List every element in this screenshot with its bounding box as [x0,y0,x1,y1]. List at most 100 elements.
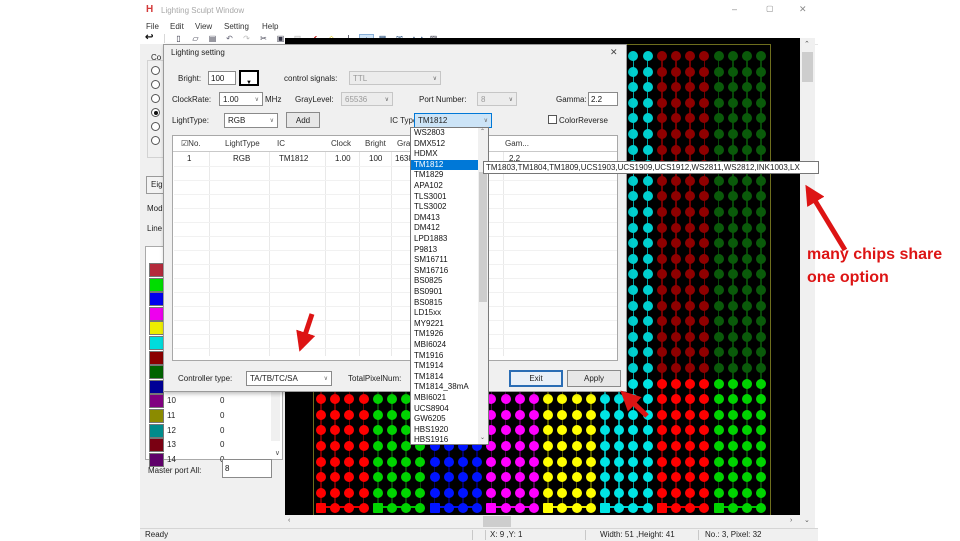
radio-option-1[interactable] [151,66,160,75]
color-swatch[interactable] [149,306,164,321]
lighttype-select[interactable]: RGB ∨ [224,113,278,128]
redo-icon[interactable]: ↷ [240,34,253,44]
canvas-hscrollbar[interactable]: ‹ › [285,515,800,528]
radio-option-5[interactable] [151,122,160,131]
color-swatch[interactable] [149,350,164,365]
dropdown-item-ws2803[interactable]: WS2803 [411,128,480,139]
dropdown-item-sm16716[interactable]: SM16716 [411,266,480,277]
close-button[interactable]: ✕ [799,4,807,15]
dialog-close-icon[interactable]: ✕ [610,47,618,58]
menu-item-file[interactable]: File [146,22,159,32]
scroll-down-icon[interactable]: ⌄ [480,434,485,441]
ictype-dropdown-list[interactable]: WS2803 DMX512 HDMX TM1812 TM1829 APA102 TLS300… [410,127,489,445]
dropdown-item-ucs8904[interactable]: UCS8904 [411,404,480,415]
menu-item-help[interactable]: Help [262,22,278,32]
dropdown-item-bs0815[interactable]: BS0815 [411,298,480,309]
minimize-button[interactable]: – [732,4,737,14]
dropdown-item-tm1812[interactable]: TM1812 [411,159,480,171]
menu-item-setting[interactable]: Setting [224,22,249,32]
menu-item-edit[interactable]: Edit [170,22,184,32]
table-gridline [359,152,360,356]
maximize-button[interactable]: ▢ [766,4,774,13]
dropdown-item-sm16711[interactable]: SM16711 [411,255,480,266]
dropdown-item-ld15xx[interactable]: LD15xx [411,308,480,319]
led-dot [358,456,369,467]
dropdown-scrollbar[interactable]: ⌃ ⌄ [478,128,488,444]
radio-option-2[interactable] [151,80,160,89]
apply-button[interactable]: Apply [567,370,621,387]
back-icon[interactable]: ↩ [145,32,153,43]
color-swatch[interactable] [149,452,164,467]
dropdown-item-tm1829[interactable]: TM1829 [411,170,480,181]
gamma-input[interactable]: 2.2 [588,92,618,106]
scroll-right-icon[interactable]: › [790,517,792,524]
menu-item-view[interactable]: View [195,22,212,32]
dropdown-scroll-thumb[interactable] [479,172,487,302]
color-swatch[interactable] [149,277,164,292]
cut-icon[interactable]: ✂ [257,34,270,44]
dropdown-item-tls3002[interactable]: TLS3002 [411,202,480,213]
color-swatch[interactable] [149,409,164,423]
color-swatch[interactable] [149,321,164,336]
controller-type-select[interactable]: TA/TB/TC/SA ∨ [246,371,332,386]
dropdown-item-bs0825[interactable]: BS0825 [411,276,480,287]
radio-option-4[interactable] [151,108,160,117]
colorreverse-checkbox[interactable] [548,115,557,124]
scroll-left-icon[interactable]: ‹ [288,517,290,524]
led-dot [713,347,724,358]
ictype-select[interactable]: TM1812 ∨ [414,113,492,128]
color-swatch[interactable] [149,423,164,438]
dropdown-item-tm1926[interactable]: TM1926 [411,329,480,340]
add-button[interactable]: Add [286,112,320,128]
dropdown-item-bs0901[interactable]: BS0901 [411,287,480,298]
bright-spinner-button[interactable]: ▼ [239,70,259,86]
scroll-up-icon[interactable]: ⌃ [804,40,810,48]
dropdown-item-tm1814[interactable]: TM1814 [411,372,480,383]
dropdown-item-hdmx[interactable]: HDMX [411,149,480,160]
led-dot [543,456,554,467]
row-number: 13 [167,440,176,450]
dropdown-item-my9221[interactable]: MY9221 [411,319,480,330]
dropdown-item-dm412[interactable]: DM412 [411,223,480,234]
undo-icon[interactable]: ↶ [223,34,236,44]
new-icon[interactable]: ▯ [172,34,185,44]
radio-option-3[interactable] [151,94,160,103]
clockrate-select[interactable]: 1.00 ∨ [219,92,263,106]
color-swatch[interactable] [149,394,164,409]
vscroll-thumb[interactable] [802,52,813,82]
color-swatch[interactable] [149,263,164,277]
dropdown-item-lpd1883[interactable]: LPD1883 [411,234,480,245]
color-swatch[interactable] [149,336,164,350]
dropdown-item-mbi6024[interactable]: MBI6024 [411,340,480,351]
radio-option-6[interactable] [151,136,160,145]
save-icon[interactable]: ▤ [206,34,219,44]
dropdown-item-tm1814_38ma[interactable]: TM1814_38mA [411,382,480,393]
color-swatch[interactable] [149,379,164,394]
led-dot [600,503,610,514]
dropdown-item-tls3001[interactable]: TLS3001 [411,192,480,203]
open-icon[interactable]: ▱ [189,34,202,44]
list-scroll-down-icon[interactable]: ∨ [275,449,280,457]
color-swatch[interactable] [149,365,164,380]
controller-type-label: Controller type: [178,374,233,383]
dropdown-item-tm1914[interactable]: TM1914 [411,361,480,372]
dropdown-item-hbs1916[interactable]: HBS1916 [411,435,480,446]
dropdown-item-apa102[interactable]: APA102 [411,181,480,192]
dropdown-item-gw6205[interactable]: GW6205 [411,414,480,425]
scroll-up-icon[interactable]: ⌃ [480,128,485,135]
status-pixel: No.: 3, Pixel: 32 [705,530,762,539]
led-dot [656,238,667,249]
color-swatch[interactable] [149,438,164,453]
color-swatch[interactable] [149,292,164,307]
dropdown-item-dm413[interactable]: DM413 [411,213,480,224]
hscroll-thumb[interactable] [483,516,511,527]
dropdown-item-tm1916[interactable]: TM1916 [411,351,480,362]
exit-button[interactable]: Exit [509,370,563,387]
dropdown-item-dmx512[interactable]: DMX512 [411,139,480,150]
scroll-down-icon[interactable]: ⌄ [804,516,810,524]
dropdown-item-mbi6021[interactable]: MBI6021 [411,393,480,404]
dropdown-item-hbs1920[interactable]: HBS1920 [411,425,480,436]
dropdown-item-p9813[interactable]: P9813 [411,245,480,256]
master-port-input[interactable]: 8 [222,459,272,478]
bright-input[interactable]: 100 [208,71,236,85]
